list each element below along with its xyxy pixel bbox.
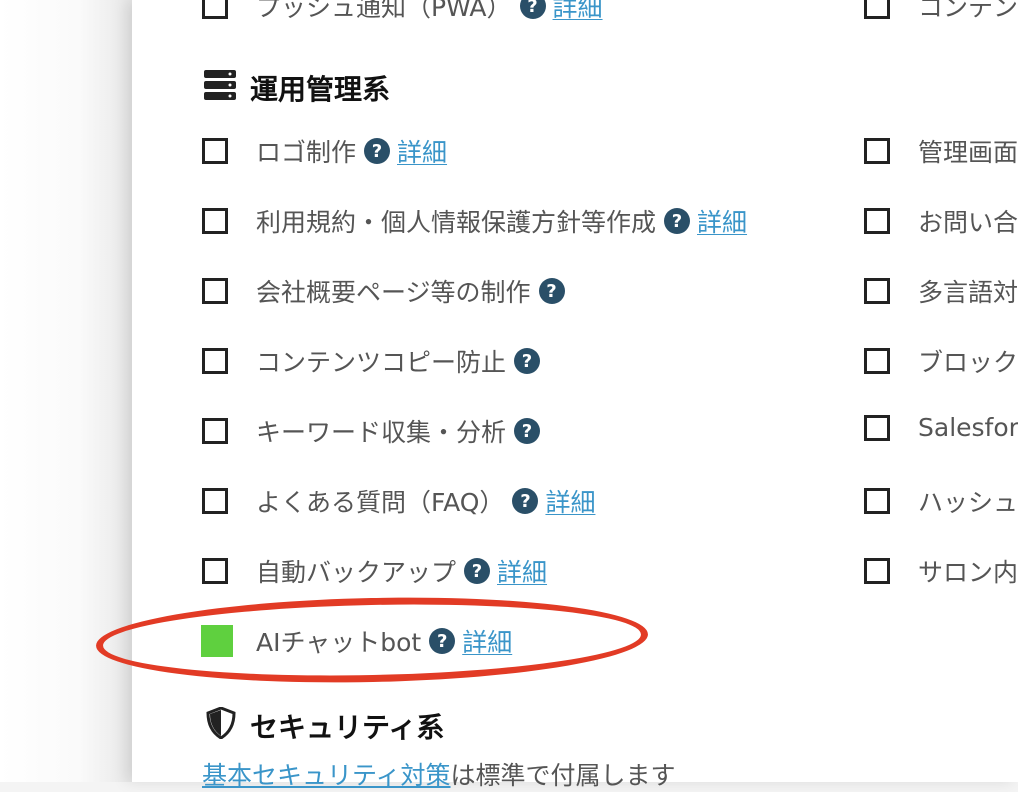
checkbox[interactable]	[864, 414, 890, 441]
option-label: サロン内	[918, 558, 1018, 587]
option-company-page[interactable]: 会社概要ページ等の制作 ?	[202, 273, 565, 309]
checkbox[interactable]	[202, 0, 228, 19]
option-label: キーワード収集・分析	[256, 418, 507, 447]
option-label: ロゴ制作	[256, 138, 357, 167]
detail-link[interactable]: 詳細	[497, 553, 547, 589]
left-backdrop	[0, 0, 132, 782]
checkbox[interactable]	[202, 278, 228, 304]
detail-link[interactable]: 詳細	[553, 0, 603, 24]
option-copy-protection[interactable]: コンテンツコピー防止 ?	[202, 343, 541, 379]
checkbox[interactable]	[864, 278, 890, 304]
detail-link[interactable]: 詳細	[697, 203, 747, 239]
checkbox[interactable]	[202, 348, 228, 374]
option-right-top[interactable]: コンテン	[864, 0, 1018, 24]
section-heading-security: セキュリティ系	[206, 705, 445, 746]
checkbox[interactable]	[864, 138, 890, 164]
option-logo[interactable]: ロゴ制作 ? 詳細	[202, 133, 447, 169]
checkbox[interactable]	[864, 558, 890, 584]
checkbox[interactable]	[202, 558, 228, 584]
option-label: 利用規約・個人情報保護方針等作成	[256, 208, 657, 237]
option-label: 会社概要ページ等の制作	[256, 278, 531, 307]
option-auto-backup[interactable]: 自動バックアップ ? 詳細	[202, 553, 547, 589]
checkbox[interactable]	[864, 0, 890, 19]
detail-link[interactable]: 詳細	[545, 483, 595, 519]
option-right-4[interactable]: ブロック	[864, 343, 1018, 379]
option-label: お問い合	[918, 208, 1018, 237]
security-note-text: は標準で付属します	[450, 761, 676, 790]
basic-security-link[interactable]: 基本セキュリティ対策	[202, 761, 451, 790]
option-right-5[interactable]: Salesforc	[864, 413, 1018, 442]
security-note: 基本セキュリティ対策は標準で付属します	[202, 756, 676, 792]
option-right-3[interactable]: 多言語対	[864, 273, 1018, 309]
checkbox[interactable]	[864, 348, 890, 374]
help-icon[interactable]: ?	[364, 138, 391, 164]
help-icon[interactable]: ?	[538, 278, 565, 304]
option-right-1[interactable]: 管理画面	[864, 133, 1018, 169]
option-faq[interactable]: よくある質問（FAQ） ? 詳細	[202, 483, 595, 519]
section-title: セキュリティ系	[250, 711, 445, 744]
help-icon[interactable]: ?	[514, 348, 541, 374]
server-icon	[204, 69, 236, 107]
help-icon[interactable]: ?	[664, 208, 691, 234]
checkbox[interactable]	[202, 138, 228, 164]
option-label: 管理画面	[918, 138, 1018, 167]
option-label: 多言語対	[918, 278, 1018, 307]
option-label: Salesforc	[918, 413, 1018, 442]
help-icon[interactable]: ?	[519, 0, 546, 19]
help-icon[interactable]: ?	[514, 418, 541, 444]
option-label: よくある質問（FAQ）	[256, 488, 505, 517]
section-title: 運用管理系	[250, 73, 391, 106]
option-label: 自動バックアップ	[256, 558, 457, 587]
option-push-notification[interactable]: プッシュ通知（PWA） ? 詳細	[202, 0, 603, 24]
option-label: コンテン	[918, 0, 1018, 22]
section-heading-operations: 運用管理系	[204, 68, 390, 108]
checkbox[interactable]	[202, 488, 228, 514]
help-icon[interactable]: ?	[464, 558, 491, 584]
option-right-7[interactable]: サロン内	[864, 553, 1018, 589]
option-label: ブロック	[918, 348, 1018, 377]
option-right-6[interactable]: ハッシュ	[864, 483, 1018, 519]
checkbox[interactable]	[864, 208, 890, 234]
checkbox[interactable]	[202, 418, 228, 444]
option-label: ハッシュ	[918, 488, 1018, 517]
detail-link[interactable]: 詳細	[397, 133, 447, 169]
option-keyword-analysis[interactable]: キーワード収集・分析 ?	[202, 413, 541, 449]
help-icon[interactable]: ?	[512, 488, 539, 514]
option-label: コンテンツコピー防止	[256, 348, 507, 377]
shield-icon	[206, 705, 236, 746]
checkbox[interactable]	[202, 208, 228, 234]
option-label: プッシュ通知（PWA）	[256, 0, 512, 22]
checkbox[interactable]	[864, 488, 890, 514]
option-terms-privacy[interactable]: 利用規約・個人情報保護方針等作成 ? 詳細	[202, 203, 747, 239]
option-right-2[interactable]: お問い合	[864, 203, 1018, 239]
